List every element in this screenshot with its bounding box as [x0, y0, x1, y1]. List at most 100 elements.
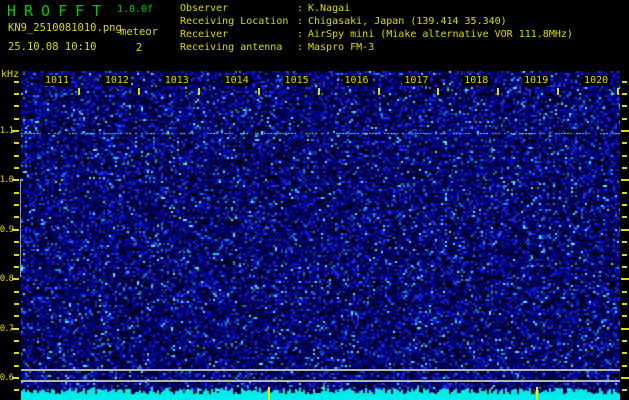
freq-tick-label: 1.1: [0, 126, 14, 136]
reference-line-lower: [21, 380, 620, 382]
spectrogram-noise-canvas: [21, 71, 620, 400]
freq-tick-mark: [12, 377, 19, 379]
freq-tick-mark: [14, 191, 19, 194]
time-tick-mark: [197, 88, 200, 95]
time-tick-mark: [437, 88, 440, 95]
time-tick-label: 1018: [462, 75, 491, 86]
time-tick-label: 1019: [522, 75, 551, 86]
station-info-row: Receiver: AirSpy mini (Miake alternative …: [180, 28, 573, 41]
freq-tick-mark-right: [622, 253, 627, 256]
freq-tick-mark: [14, 364, 19, 367]
time-tick-mark: [497, 88, 500, 95]
frequency-axis-unit: kHz: [1, 69, 20, 80]
station-info-row: Receiving Location: Chigasaki, Japan (139…: [180, 15, 573, 28]
meteor-count-value: 2: [135, 42, 143, 54]
freq-tick-mark: [12, 130, 19, 132]
freq-tick-mark-right: [622, 364, 627, 367]
freq-tick-mark: [14, 154, 19, 157]
meteor-counter-label: meteor: [120, 26, 158, 38]
reference-line-upper: [21, 369, 620, 371]
station-info-row: Receiving antenna: Maspro FM-3: [180, 41, 573, 54]
freq-tick-mark: [14, 265, 19, 268]
freq-tick-mark-right: [621, 228, 629, 231]
time-tick-label: 1014: [222, 75, 251, 86]
freq-tick-mark: [12, 278, 19, 281]
app-version: 1.0.0f: [117, 4, 154, 15]
detection-band-marker-line: [20, 179, 21, 277]
freq-tick-mark-right: [622, 339, 627, 342]
freq-tick-mark-right: [622, 315, 627, 318]
freq-tick-label: 0.9: [0, 224, 14, 235]
station-info-label: Observer: [180, 3, 229, 14]
time-tick-label: 1015: [282, 75, 311, 86]
freq-tick-mark: [14, 204, 19, 207]
freq-tick-mark-right: [621, 179, 629, 182]
freq-tick-mark: [14, 80, 19, 83]
freq-tick-mark-right: [621, 327, 629, 330]
time-tick-mark: [137, 88, 140, 95]
freq-tick-mark: [14, 92, 19, 95]
station-info-colon: :: [297, 42, 304, 53]
freq-tick-mark-right: [622, 302, 627, 305]
station-info: Observer: K.Nagai Receiving Location: Chiga…: [180, 2, 573, 54]
freq-tick-mark: [14, 339, 19, 342]
spectrogram-plot: 1011 1012 1013 1014 1015 1016 1017 1018 1019 1020: [21, 71, 620, 400]
freq-tick-mark: [12, 179, 19, 182]
freq-tick-mark-right: [622, 117, 627, 120]
meteor-detection-mark: [535, 387, 538, 400]
station-info-colon: :: [297, 3, 304, 14]
output-filename: KN9_2510081010.png: [8, 22, 122, 34]
freq-tick-mark-right: [622, 265, 627, 268]
freq-tick-mark-right: [622, 216, 627, 219]
time-tick-label: 1016: [342, 75, 371, 86]
freq-tick-mark-right: [622, 92, 627, 95]
time-tick-label: 1012: [102, 75, 131, 86]
time-tick-label: 1020: [582, 75, 611, 86]
meteor-detection-mark: [267, 387, 270, 400]
station-info-label: Receiver: [180, 29, 229, 40]
time-tick-mark: [617, 88, 620, 95]
freq-tick-mark: [14, 105, 19, 108]
station-info-colon: :: [297, 29, 304, 40]
freq-tick-mark-right: [622, 105, 627, 108]
meteor-counter: meteor 2: [112, 26, 166, 54]
freq-tick-mark-right: [622, 167, 627, 170]
freq-tick-mark-right: [621, 377, 629, 379]
freq-tick-mark: [12, 228, 19, 231]
app-title: HROFFT: [7, 2, 110, 20]
station-info-value: Chigasaki, Japan (139.414 35.340): [308, 16, 507, 27]
freq-tick-mark: [14, 352, 19, 355]
freq-tick-mark-right: [622, 154, 627, 157]
time-tick-mark: [78, 88, 80, 95]
time-tick-mark: [377, 88, 380, 95]
freq-tick-label: 0.8: [0, 274, 14, 285]
freq-tick-mark: [14, 216, 19, 219]
freq-tick-mark-right: [622, 352, 627, 355]
freq-tick-mark: [14, 302, 19, 305]
freq-tick-mark: [12, 327, 19, 330]
station-info-value: AirSpy mini (Miake alternative VOR 111.8…: [308, 29, 573, 40]
time-tick-mark: [557, 88, 560, 95]
freq-tick-label: 0.7: [0, 323, 14, 334]
freq-tick-mark: [14, 290, 19, 293]
freq-tick-mark: [14, 167, 19, 170]
freq-tick-mark-right: [622, 290, 627, 293]
freq-tick-mark-right: [622, 389, 627, 392]
freq-tick-mark-right: [621, 278, 629, 281]
station-info-label: Receiving Location: [180, 16, 289, 27]
freq-tick-mark-right: [622, 80, 627, 83]
station-info-value: K.Nagai: [308, 3, 351, 14]
time-tick-label: 1013: [162, 75, 191, 86]
station-info-row: Observer: K.Nagai: [180, 2, 573, 15]
freq-tick-mark: [14, 315, 19, 318]
freq-tick-mark-right: [621, 130, 629, 132]
freq-tick-mark: [14, 389, 19, 392]
freq-tick-mark-right: [622, 241, 627, 244]
freq-tick-mark-right: [622, 142, 627, 145]
freq-tick-label: 0.6: [0, 373, 14, 383]
observation-datetime: 25.10.08 10:10: [8, 41, 97, 53]
station-info-colon: :: [297, 16, 304, 27]
station-info-value: Maspro FM-3: [308, 42, 375, 53]
hrofft-output-screen: HROFFT 1.0.0f KN9_2510081010.png 25.10.0…: [0, 0, 629, 400]
time-tick-mark: [317, 88, 320, 95]
